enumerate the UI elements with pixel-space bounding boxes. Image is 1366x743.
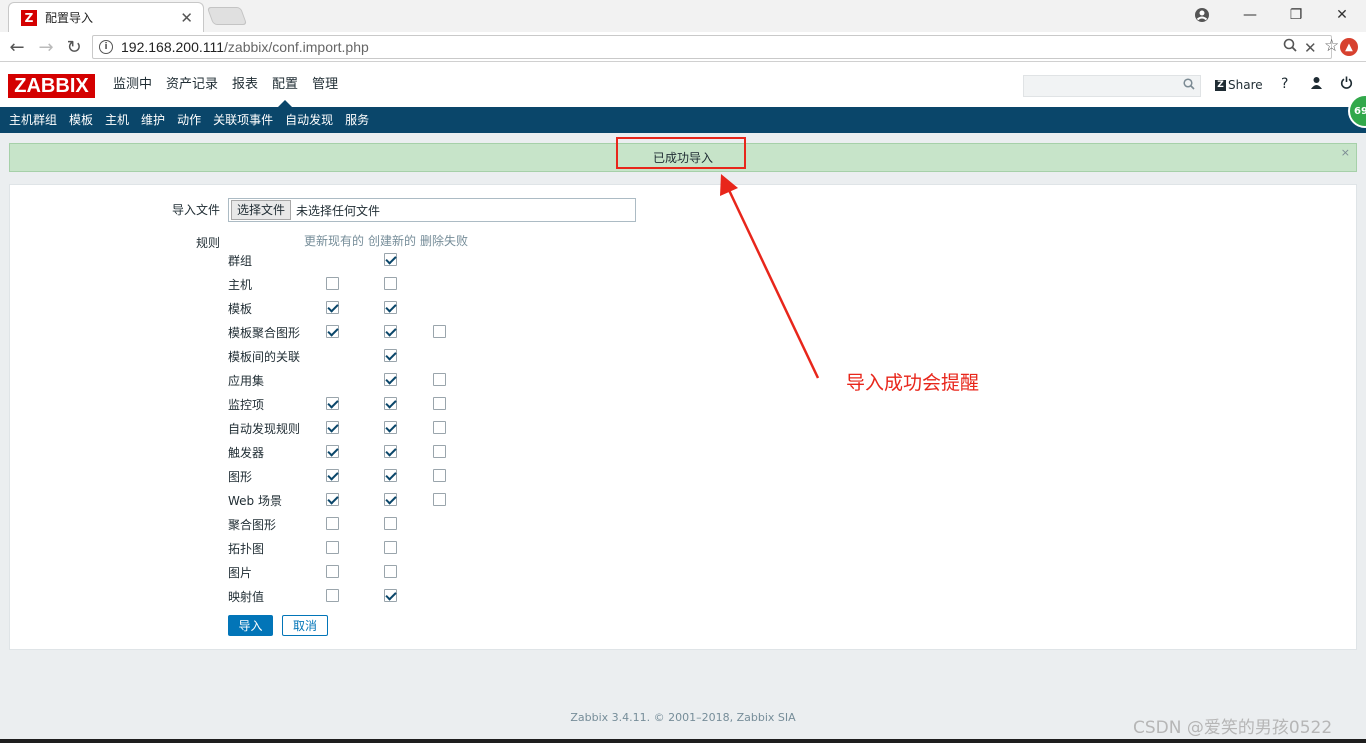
annotation-arrow xyxy=(720,174,820,379)
annotation-text: 导入成功会提醒 xyxy=(846,372,980,394)
csdn-watermark: CSDN @爱笑的男孩0522 xyxy=(1133,718,1333,738)
taskbar-strip xyxy=(0,739,1366,743)
